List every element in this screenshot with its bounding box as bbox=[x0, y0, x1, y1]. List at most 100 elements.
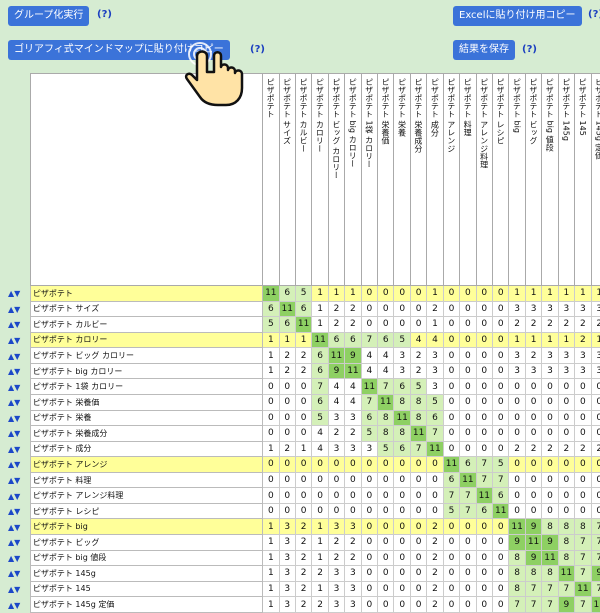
excel-copy-button[interactable]: Excelに貼り付け用コピー bbox=[453, 6, 582, 26]
save-help-icon[interactable]: (?) bbox=[522, 43, 537, 57]
column-header: ピザポテト アレンジ料理 bbox=[476, 73, 493, 286]
matrix-cell: 0 bbox=[378, 457, 395, 473]
matrix-cell: 0 bbox=[525, 410, 543, 427]
column-header: ピザポテト サイズ bbox=[279, 73, 296, 286]
table-row: ▲▼ ピザポテト アレンジ料理 0 0 0 0 0 0 0 0 0 0 0 7 7 11 6 0 0 0 0 0 0 bbox=[8, 488, 600, 504]
matrix-cell: 0 bbox=[460, 535, 477, 551]
matrix-cell: 0 bbox=[378, 472, 395, 489]
row-move-arrows[interactable]: ▲▼ bbox=[8, 519, 30, 535]
column-header: ピザポテト カルビー bbox=[295, 73, 313, 286]
row-label: ピザポテト カロリー bbox=[29, 332, 264, 349]
column-header-label: ピザポテト 145g 定価 bbox=[594, 78, 600, 160]
row-move-arrows[interactable]: ▲▼ bbox=[8, 302, 30, 318]
matrix-cell: 0 bbox=[410, 581, 428, 598]
mindmap-help-icon[interactable]: (?) bbox=[250, 43, 265, 57]
matrix-cell: 0 bbox=[394, 457, 411, 473]
matrix-cell: 0 bbox=[443, 581, 461, 598]
matrix-cell: 0 bbox=[476, 348, 493, 364]
matrix-cell: 0 bbox=[394, 317, 411, 333]
matrix-cell: 0 bbox=[312, 503, 329, 520]
row-move-arrows[interactable]: ▲▼ bbox=[8, 395, 30, 411]
excel-help-icon[interactable]: (?) bbox=[588, 8, 600, 22]
matrix-cell: 0 bbox=[575, 472, 592, 489]
column-header-label: ピザポテト big カロリー bbox=[348, 78, 358, 168]
matrix-cell: 0 bbox=[493, 363, 510, 380]
group-button[interactable]: グループ化実行 bbox=[8, 6, 90, 26]
matrix-cell: 1 bbox=[295, 441, 313, 458]
row-move-arrows[interactable]: ▲▼ bbox=[8, 317, 30, 333]
column-header: ピザポテト アレンジ bbox=[443, 73, 461, 286]
matrix-cell: 0 bbox=[460, 348, 477, 364]
matrix-cell: 0 bbox=[591, 488, 600, 504]
matrix-cell: 0 bbox=[378, 301, 395, 318]
matrix-cell: 4 bbox=[345, 394, 362, 411]
matrix-cell: 8 bbox=[558, 519, 576, 535]
matrix-cell: 1 bbox=[427, 286, 444, 302]
matrix-cell: 0 bbox=[591, 410, 600, 427]
matrix-cell: 2 bbox=[328, 535, 346, 551]
matrix-cell: 0 bbox=[361, 317, 379, 333]
group-help-icon[interactable]: (?) bbox=[97, 8, 112, 22]
row-move-arrows[interactable]: ▲▼ bbox=[8, 411, 30, 427]
matrix-cell: 0 bbox=[295, 488, 313, 504]
matrix-cell: 5 bbox=[361, 426, 379, 442]
matrix-cell: 2 bbox=[542, 441, 559, 458]
matrix-cell: 0 bbox=[591, 426, 600, 442]
row-move-arrows[interactable]: ▲▼ bbox=[8, 379, 30, 395]
matrix-cell: 0 bbox=[361, 503, 379, 520]
row-move-arrows[interactable]: ▲▼ bbox=[8, 566, 30, 582]
matrix-cell: 0 bbox=[295, 426, 313, 442]
matrix-cell: 0 bbox=[443, 317, 461, 333]
matrix-cell: 4 bbox=[427, 332, 444, 349]
row-move-arrows[interactable]: ▲▼ bbox=[8, 442, 30, 458]
column-header: ピザポテト big bbox=[509, 73, 526, 286]
matrix-cell: 2 bbox=[509, 441, 526, 458]
row-move-arrows[interactable]: ▲▼ bbox=[8, 551, 30, 567]
matrix-cell: 0 bbox=[493, 550, 510, 567]
row-move-arrows[interactable]: ▲▼ bbox=[8, 582, 30, 598]
row-move-arrows[interactable]: ▲▼ bbox=[8, 348, 30, 364]
matrix-cell: 2 bbox=[558, 317, 576, 333]
matrix-cell: 0 bbox=[443, 332, 461, 349]
row-move-arrows[interactable]: ▲▼ bbox=[8, 286, 30, 302]
row-move-arrows[interactable]: ▲▼ bbox=[8, 333, 30, 349]
row-label: ピザポテト bbox=[29, 286, 264, 302]
matrix-cell: 0 bbox=[509, 488, 526, 504]
row-move-arrows[interactable]: ▲▼ bbox=[8, 364, 30, 380]
matrix-cell: 3 bbox=[361, 441, 379, 458]
matrix-cell: 0 bbox=[525, 426, 543, 442]
matrix-cell: 0 bbox=[427, 457, 444, 473]
matrix-cell: 0 bbox=[443, 535, 461, 551]
matrix-cell: 0 bbox=[378, 286, 395, 302]
matrix-cell: 2 bbox=[427, 519, 444, 535]
matrix-cell: 3 bbox=[525, 301, 543, 318]
matrix-cell: 0 bbox=[328, 503, 346, 520]
row-move-arrows[interactable]: ▲▼ bbox=[8, 426, 30, 442]
column-header-label: ピザポテト アレンジ bbox=[446, 78, 456, 153]
matrix-cell: 3 bbox=[427, 379, 444, 395]
save-button[interactable]: 結果を保存 bbox=[453, 40, 515, 60]
matrix-cell: 0 bbox=[558, 472, 576, 489]
table-row: ▲▼ ピザポテト 栄養 0 0 0 5 3 3 6 8 11 8 6 0 0 0 0 0 0 0 0 0 0 bbox=[8, 410, 600, 427]
matrix-cell: 0 bbox=[443, 394, 461, 411]
matrix-cell: 3 bbox=[345, 566, 362, 582]
matrix-cell: 2 bbox=[509, 317, 526, 333]
matrix-cell: 2 bbox=[427, 535, 444, 551]
row-move-arrows[interactable]: ▲▼ bbox=[8, 504, 30, 520]
column-header: ピザポテト 栄養 bbox=[394, 73, 411, 286]
matrix-cell: 2 bbox=[295, 519, 313, 535]
matrix-cell: 6 bbox=[394, 379, 411, 395]
row-move-arrows[interactable]: ▲▼ bbox=[8, 457, 30, 473]
row-label: ピザポテト big 値段 bbox=[29, 550, 264, 567]
row-move-arrows[interactable]: ▲▼ bbox=[8, 473, 30, 489]
row-move-arrows[interactable]: ▲▼ bbox=[8, 535, 30, 551]
matrix-cell: 0 bbox=[493, 301, 510, 318]
row-move-arrows[interactable]: ▲▼ bbox=[8, 488, 30, 504]
row-label: ピザポテト big bbox=[29, 519, 264, 535]
matrix-cell: 7 bbox=[460, 488, 477, 504]
matrix-cell: 7 bbox=[443, 488, 461, 504]
matrix-cell: 6 bbox=[394, 441, 411, 458]
matrix-cell: 3 bbox=[558, 348, 576, 364]
matrix-cell: 0 bbox=[378, 488, 395, 504]
matrix-cell: 0 bbox=[542, 472, 559, 489]
